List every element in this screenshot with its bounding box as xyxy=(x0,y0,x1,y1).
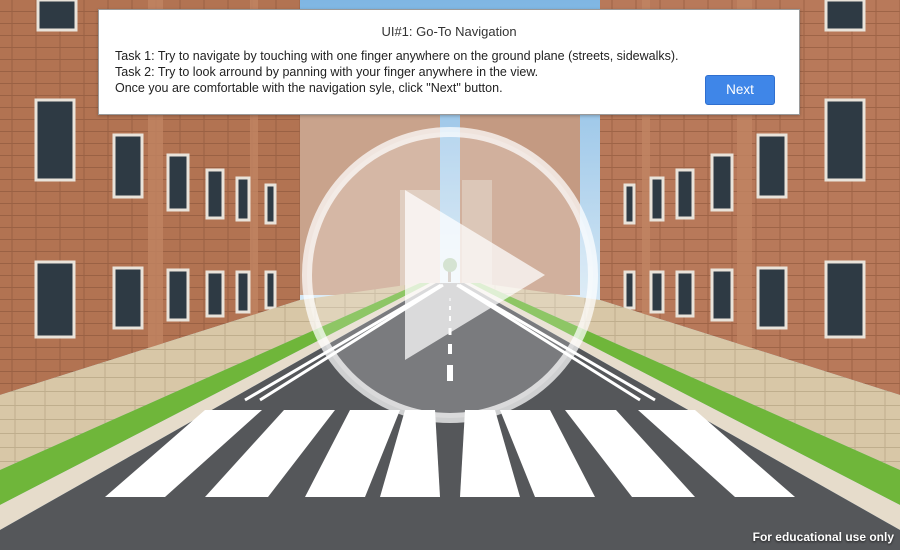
dialog-title: UI#1: Go-To Navigation xyxy=(381,24,517,39)
next-instruction-text: Once you are comfortable with the naviga… xyxy=(115,81,503,95)
instruction-dialog: UI#1: Go-To Navigation Task 1: Try to na… xyxy=(98,9,800,115)
task-1-text: Task 1: Try to navigate by touching with… xyxy=(115,49,679,63)
play-icon[interactable] xyxy=(300,125,600,425)
next-button[interactable]: Next xyxy=(705,75,775,105)
educational-watermark: For educational use only xyxy=(752,530,894,544)
task-2-text: Task 2: Try to look arround by panning w… xyxy=(115,65,539,79)
